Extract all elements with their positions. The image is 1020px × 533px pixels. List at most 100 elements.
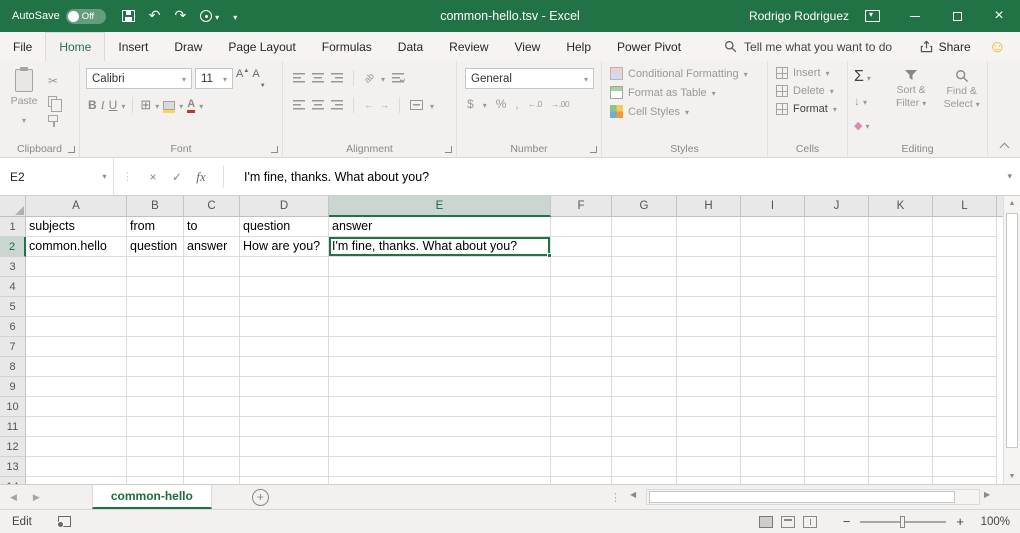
- cell-F9[interactable]: [551, 377, 612, 397]
- cell-E10[interactable]: [329, 397, 551, 417]
- decrease-decimal-icon[interactable]: →.00: [551, 99, 569, 109]
- tell-me-box[interactable]: Tell me what you want to do: [724, 32, 892, 61]
- ribbon-tab-insert[interactable]: Insert: [105, 32, 161, 61]
- cell-K4[interactable]: [869, 277, 933, 297]
- insert-cells-button[interactable]: Insert: [776, 67, 843, 79]
- orientation-dropdown-icon[interactable]: [381, 69, 385, 87]
- cell-B12[interactable]: [127, 437, 184, 457]
- paste-button[interactable]: Paste: [6, 69, 42, 128]
- cell-C11[interactable]: [184, 417, 240, 437]
- cell-G9[interactable]: [612, 377, 677, 397]
- cell-K9[interactable]: [869, 377, 933, 397]
- row-header-1[interactable]: 1: [0, 217, 26, 237]
- row-header-13[interactable]: 13: [0, 457, 26, 477]
- currency-dropdown-icon[interactable]: [483, 97, 487, 111]
- cell-E8[interactable]: [329, 357, 551, 377]
- cell-H4[interactable]: [677, 277, 741, 297]
- cell-C6[interactable]: [184, 317, 240, 337]
- cell-D4[interactable]: [240, 277, 329, 297]
- column-header-H[interactable]: H: [677, 196, 741, 217]
- format-cells-button[interactable]: Format: [776, 103, 843, 115]
- cell-J2[interactable]: [805, 237, 869, 257]
- cell-B8[interactable]: [127, 357, 184, 377]
- cell-J11[interactable]: [805, 417, 869, 437]
- borders-icon[interactable]: [140, 96, 151, 114]
- name-box-dropdown-icon[interactable]: [96, 158, 114, 195]
- fill-color-dropdown-icon[interactable]: [179, 96, 183, 114]
- cell-B6[interactable]: [127, 317, 184, 337]
- cell-A13[interactable]: [26, 457, 127, 477]
- percent-icon[interactable]: %: [496, 97, 507, 111]
- cell-C5[interactable]: [184, 297, 240, 317]
- font-size-combo[interactable]: 11: [195, 68, 233, 89]
- cell-J3[interactable]: [805, 257, 869, 277]
- cell-I5[interactable]: [741, 297, 805, 317]
- horizontal-scrollbar[interactable]: [646, 489, 980, 505]
- row-header-4[interactable]: 4: [0, 277, 26, 297]
- decrease-indent-icon[interactable]: ←: [364, 100, 373, 110]
- cell-G7[interactable]: [612, 337, 677, 357]
- ribbon-tab-draw[interactable]: Draw: [161, 32, 215, 61]
- format-painter-icon[interactable]: [48, 115, 58, 122]
- cell-F6[interactable]: [551, 317, 612, 337]
- align-center-icon[interactable]: [312, 100, 324, 110]
- cell-L7[interactable]: [933, 337, 997, 357]
- align-middle-icon[interactable]: [312, 73, 324, 83]
- macro-record-icon[interactable]: [58, 516, 71, 527]
- cell-A4[interactable]: [26, 277, 127, 297]
- cell-C3[interactable]: [184, 257, 240, 277]
- page-layout-view-icon[interactable]: [781, 516, 795, 528]
- row-header-3[interactable]: 3: [0, 257, 26, 277]
- cancel-icon[interactable]: ×: [141, 170, 165, 184]
- cell-A10[interactable]: [26, 397, 127, 417]
- cell-I13[interactable]: [741, 457, 805, 477]
- save-icon[interactable]: [122, 10, 135, 22]
- cell-K12[interactable]: [869, 437, 933, 457]
- cell-E13[interactable]: [329, 457, 551, 477]
- cell-K1[interactable]: [869, 217, 933, 237]
- row-header-10[interactable]: 10: [0, 397, 26, 417]
- cell-B2[interactable]: question: [127, 237, 184, 257]
- cell-H12[interactable]: [677, 437, 741, 457]
- name-box[interactable]: E2: [0, 158, 96, 195]
- cell-C12[interactable]: [184, 437, 240, 457]
- italic-button[interactable]: I: [101, 98, 105, 113]
- alignment-dialog-launcher-icon[interactable]: [445, 146, 452, 153]
- fill-handle[interactable]: [547, 253, 552, 258]
- ribbon-tab-view[interactable]: View: [502, 32, 554, 61]
- column-header-G[interactable]: G: [612, 196, 677, 217]
- number-format-combo[interactable]: General: [465, 68, 594, 89]
- merge-center-icon[interactable]: [410, 100, 423, 110]
- cell-K10[interactable]: [869, 397, 933, 417]
- cell-L2[interactable]: [933, 237, 997, 257]
- cell-E1[interactable]: answer: [329, 217, 551, 237]
- row-header-8[interactable]: 8: [0, 357, 26, 377]
- autosum-button[interactable]: Σ: [854, 68, 886, 86]
- align-top-icon[interactable]: [293, 73, 305, 83]
- cell-L5[interactable]: [933, 297, 997, 317]
- conditional-formatting-button[interactable]: Conditional Formatting: [610, 67, 763, 80]
- cell-L10[interactable]: [933, 397, 997, 417]
- fill-color-icon[interactable]: [163, 101, 175, 110]
- cell-L1[interactable]: [933, 217, 997, 237]
- cell-B7[interactable]: [127, 337, 184, 357]
- cell-H14[interactable]: [677, 477, 741, 484]
- ribbon-tab-formulas[interactable]: Formulas: [309, 32, 385, 61]
- sheet-tab-active[interactable]: common-hello: [92, 485, 212, 509]
- cell-D13[interactable]: [240, 457, 329, 477]
- cell-H5[interactable]: [677, 297, 741, 317]
- ribbon-tab-file[interactable]: File: [0, 32, 45, 61]
- cell-D5[interactable]: [240, 297, 329, 317]
- customize-qat-icon[interactable]: [233, 7, 237, 25]
- cell-L14[interactable]: [933, 477, 997, 484]
- increase-indent-icon[interactable]: →: [380, 100, 389, 110]
- cell-L13[interactable]: [933, 457, 997, 477]
- cell-A6[interactable]: [26, 317, 127, 337]
- maximize-button[interactable]: [936, 0, 978, 32]
- cell-B11[interactable]: [127, 417, 184, 437]
- cell-C13[interactable]: [184, 457, 240, 477]
- scroll-down-icon[interactable]: ▼: [1004, 469, 1020, 484]
- cell-C9[interactable]: [184, 377, 240, 397]
- cell-E2[interactable]: I'm fine, thanks. What about you?: [329, 237, 551, 257]
- minimize-button[interactable]: [894, 0, 936, 32]
